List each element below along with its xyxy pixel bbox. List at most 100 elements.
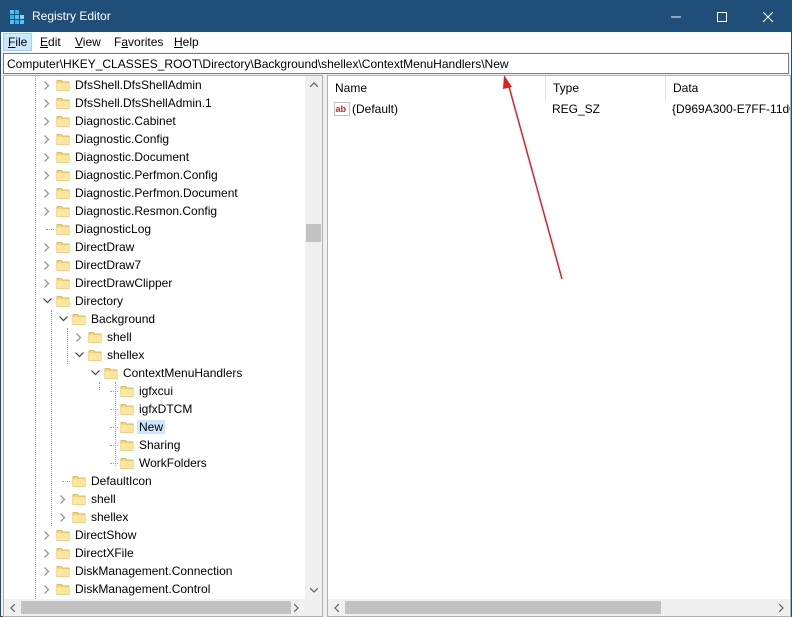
chevron-right-icon[interactable]	[42, 529, 52, 541]
chevron-down-icon[interactable]	[58, 313, 68, 325]
menu-favorites[interactable]: Favorites	[110, 33, 167, 51]
folder-icon	[56, 114, 70, 128]
tree-item[interactable]: DirectDrawClipper	[4, 274, 304, 292]
column-header-data[interactable]: Data	[666, 76, 790, 100]
chevron-right-icon[interactable]	[42, 187, 52, 199]
chevron-right-icon[interactable]	[42, 151, 52, 163]
list-scroll-right-button[interactable]	[773, 599, 790, 616]
tree-horizontal-scroll-thumb[interactable]	[21, 601, 291, 614]
chevron-right-icon[interactable]	[42, 277, 52, 289]
tree-item-label: igfxDTCM	[139, 402, 193, 416]
folder-icon	[56, 276, 70, 290]
chevron-right-icon[interactable]	[42, 259, 52, 271]
close-icon	[763, 11, 773, 22]
tree-item[interactable]: Diagnostic.Cabinet	[4, 112, 304, 130]
menu-view[interactable]: View	[71, 33, 105, 51]
tree-horizontal-scrollbar[interactable]	[4, 599, 322, 616]
tree-item[interactable]: New	[4, 418, 304, 436]
tree-item[interactable]: Diagnostic.Perfmon.Config	[4, 166, 304, 184]
tree-item[interactable]: DiagnosticLog	[4, 220, 304, 238]
chevron-right-icon	[779, 603, 784, 612]
list-horizontal-scroll-thumb[interactable]	[345, 601, 661, 614]
list-horizontal-scrollbar[interactable]	[328, 599, 790, 616]
chevron-down-icon[interactable]	[90, 367, 100, 379]
tree-item[interactable]: DirectXFile	[4, 544, 304, 562]
chevron-down-icon[interactable]	[74, 349, 84, 361]
chevron-right-icon[interactable]	[74, 331, 84, 343]
tree-item[interactable]: DirectDraw	[4, 238, 304, 256]
chevron-right-icon[interactable]	[42, 205, 52, 217]
tree-item[interactable]: shell	[4, 490, 304, 508]
tree-item[interactable]: igfxcui	[4, 382, 304, 400]
tree-vertical-scrollbar[interactable]	[305, 76, 322, 599]
tree-connector	[110, 409, 118, 410]
chevron-right-icon[interactable]	[58, 493, 68, 505]
chevron-right-icon[interactable]	[42, 115, 52, 127]
title-bar[interactable]: Registry Editor	[1, 1, 791, 32]
tree-item[interactable]: ContextMenuHandlers	[4, 364, 304, 382]
chevron-right-icon[interactable]	[42, 583, 52, 595]
scroll-right-button[interactable]	[288, 599, 305, 616]
folder-icon	[56, 222, 70, 236]
tree-item[interactable]: Diagnostic.Perfmon.Document	[4, 184, 304, 202]
address-path[interactable]: Computer\HKEY_CLASSES_ROOT\Directory\Bac…	[7, 57, 509, 71]
scroll-down-button[interactable]	[305, 582, 322, 599]
window-title: Registry Editor	[32, 9, 111, 23]
tree-item-label: DirectShow	[75, 528, 137, 542]
menu-file[interactable]: File	[3, 33, 33, 51]
tree-item[interactable]: Diagnostic.Config	[4, 130, 304, 148]
chevron-right-icon[interactable]	[42, 547, 52, 559]
tree-item[interactable]: DiskManagement.Connection	[4, 562, 304, 580]
menu-edit[interactable]: Edit	[36, 33, 65, 51]
chevron-right-icon[interactable]	[42, 79, 52, 91]
tree-item-label: Diagnostic.Document	[75, 150, 190, 164]
registry-tree[interactable]: DfsShell.DfsShellAdmin DfsShell.DfsShellA…	[3, 75, 323, 617]
tree-item[interactable]: Directory	[4, 292, 304, 310]
close-button[interactable]	[745, 1, 791, 32]
tree-vertical-scroll-thumb[interactable]	[306, 224, 321, 242]
chevron-right-icon[interactable]	[42, 133, 52, 145]
maximize-button[interactable]	[699, 1, 745, 32]
tree-item[interactable]: shellex	[4, 346, 304, 364]
tree-item-label: ContextMenuHandlers	[123, 366, 243, 380]
tree-item[interactable]: DirectShow	[4, 526, 304, 544]
chevron-right-icon[interactable]	[42, 169, 52, 181]
scroll-up-button[interactable]	[305, 76, 322, 93]
tree-item-label: Diagnostic.Perfmon.Document	[75, 186, 238, 200]
column-header-name[interactable]: Name	[328, 76, 546, 100]
folder-icon	[56, 582, 70, 596]
column-header-type[interactable]: Type	[546, 76, 666, 100]
tree-item[interactable]: Diagnostic.Resmon.Config	[4, 202, 304, 220]
tree-item[interactable]: DfsShell.DfsShellAdmin.1	[4, 94, 304, 112]
tree-item-label: DiskManagement.Connection	[75, 564, 233, 578]
tree-item-label: shell	[107, 330, 132, 344]
tree-item[interactable]: Sharing	[4, 436, 304, 454]
tree-item[interactable]: DfsShell.DfsShellAdmin	[4, 76, 304, 94]
chevron-right-icon[interactable]	[58, 511, 68, 523]
menu-help[interactable]: Help	[170, 33, 203, 51]
list-scroll-left-button[interactable]	[328, 599, 345, 616]
tree-item[interactable]: WorkFolders	[4, 454, 304, 472]
values-list[interactable]: Name Type Data ab (Default) REG_SZ {D969…	[327, 75, 791, 617]
tree-connector	[46, 229, 54, 230]
address-bar[interactable]: Computer\HKEY_CLASSES_ROOT\Directory\Bac…	[3, 53, 789, 74]
tree-item[interactable]: Background	[4, 310, 304, 328]
value-row[interactable]: ab (Default) REG_SZ {D969A300-E7FF-11d0-	[328, 100, 790, 118]
chevron-right-icon[interactable]	[42, 565, 52, 577]
tree-item[interactable]: DirectDraw7	[4, 256, 304, 274]
scroll-left-button[interactable]	[4, 599, 21, 616]
minimize-button[interactable]	[653, 1, 699, 32]
tree-item[interactable]: Diagnostic.Document	[4, 148, 304, 166]
tree-item-label: DfsShell.DfsShellAdmin	[75, 78, 202, 92]
tree-item[interactable]: igfxDTCM	[4, 400, 304, 418]
tree-item[interactable]: DefaultIcon	[4, 472, 304, 490]
chevron-down-icon[interactable]	[42, 295, 52, 307]
folder-icon	[56, 186, 70, 200]
chevron-right-icon[interactable]	[42, 241, 52, 253]
tree-item[interactable]: shellex	[4, 508, 304, 526]
folder-icon	[72, 312, 86, 326]
tree-item[interactable]: shell	[4, 328, 304, 346]
tree-item[interactable]: DiskManagement.Control	[4, 580, 304, 598]
chevron-right-icon[interactable]	[42, 97, 52, 109]
folder-icon	[120, 456, 134, 470]
